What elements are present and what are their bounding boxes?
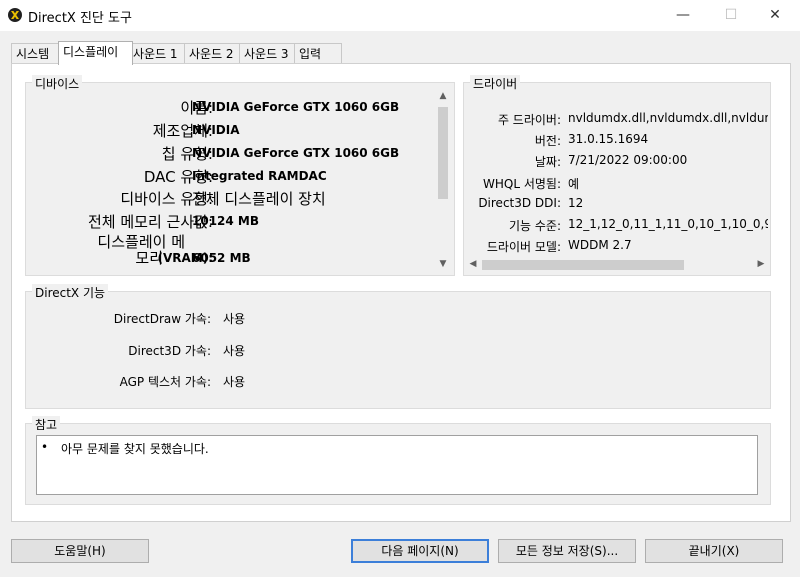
driver-scroll-thumb[interactable] <box>482 260 684 270</box>
version-label: 버전: <box>534 134 561 148</box>
directx-features-group: DirectX 기능 DirectDraw 가속: 사용 Direct3D 가속… <box>25 284 771 409</box>
vram-value: 6052 MB <box>192 251 251 265</box>
tab-sound-2[interactable]: 사운드 2 <box>184 43 244 64</box>
manufacturer-value: NVIDIA <box>192 123 240 137</box>
close-button[interactable]: ✕ <box>752 0 798 31</box>
date-label: 날짜: <box>534 155 561 169</box>
d3d-ddi-value: 12 <box>568 196 584 210</box>
scroll-right-arrow-icon[interactable]: ▶ <box>754 259 768 269</box>
driver-model-value: WDDM 2.7 <box>568 238 632 252</box>
version-value: 31.0.15.1694 <box>568 132 649 146</box>
minimize-button[interactable]: — <box>660 0 706 31</box>
whql-label: WHQL 서명됨: <box>483 177 561 191</box>
d3d-ddi-label: Direct3D DDI: <box>478 196 561 210</box>
main-driver-label: 주 드라이버: <box>497 113 561 127</box>
exit-button[interactable]: 끝내기(X) <box>645 539 783 563</box>
title-bar: DirectX 진단 도구 — ☐ ✕ <box>0 0 800 31</box>
chip-type-value: NVIDIA GeForce GTX 1060 6GB <box>192 146 400 160</box>
window-title: DirectX 진단 도구 <box>28 11 132 26</box>
direct3d-accel-value: 사용 <box>223 344 246 358</box>
device-info-list: 이름: NVIDIA GeForce GTX 1060 6GB 제조업체: NV… <box>26 83 434 273</box>
device-type-value: 전체 디스플레이 장치 <box>192 190 326 208</box>
main-driver-value: nvldumdx.dll,nvldumdx.dll,nvldumdx.dll <box>568 111 768 125</box>
notes-bullet: • <box>41 440 49 454</box>
dac-type-value: Integrated RAMDAC <box>192 169 327 183</box>
direct3d-accel-label: Direct3D 가속: <box>128 344 211 358</box>
tab-system[interactable]: 시스템 <box>11 43 61 64</box>
device-vertical-scrollbar[interactable]: ▲ ▼ <box>435 89 451 273</box>
whql-value: 예 <box>568 177 580 191</box>
directdraw-accel-value: 사용 <box>223 312 246 326</box>
feature-levels-label: 기능 수준: <box>508 219 561 233</box>
help-button[interactable]: 도움말(H) <box>11 539 149 563</box>
tab-sound-3[interactable]: 사운드 3 <box>239 43 299 64</box>
total-memory-value: 10124 MB <box>192 214 260 228</box>
driver-info-list: 주 드라이버: nvldumdx.dll,nvldumdx.dll,nvldum… <box>464 83 768 255</box>
driver-group: 드라이버 주 드라이버: nvldumdx.dll,nvldumdx.dll,n… <box>463 75 771 276</box>
device-name-value: NVIDIA GeForce GTX 1060 6GB <box>192 100 400 114</box>
device-group: 디바이스 이름: NVIDIA GeForce GTX 1060 6GB 제조업… <box>25 75 455 276</box>
date-value: 7/21/2022 09:00:00 <box>568 153 688 167</box>
notes-item: 아무 문제를 찾지 못했습니다. <box>61 442 209 456</box>
agp-texture-accel-value: 사용 <box>223 375 246 389</box>
agp-texture-accel-label: AGP 텍스처 가속: <box>119 375 211 389</box>
save-all-info-button[interactable]: 모든 정보 저장(S)... <box>498 539 636 563</box>
notes-title: 참고 <box>32 416 61 433</box>
scroll-up-arrow-icon[interactable]: ▲ <box>435 91 451 101</box>
driver-model-label: 드라이버 모델: <box>486 240 561 254</box>
tab-sound-1[interactable]: 사운드 1 <box>128 43 188 64</box>
directx-features-title: DirectX 기능 <box>32 284 109 301</box>
device-scroll-thumb[interactable] <box>438 107 448 199</box>
directx-app-icon <box>8 8 22 22</box>
notes-textbox[interactable]: • 아무 문제를 찾지 못했습니다. <box>36 435 758 495</box>
tab-input[interactable]: 입력 <box>294 43 342 64</box>
feature-levels-value: 12_1,12_0,11_1,11_0,10_1,10_0,9_3,9_2 <box>568 217 768 231</box>
driver-horizontal-scrollbar[interactable]: ◀ ▶ <box>466 257 768 273</box>
directdraw-accel-label: DirectDraw 가속: <box>113 312 211 326</box>
maximize-button[interactable]: ☐ <box>708 0 754 31</box>
tab-display[interactable]: 디스플레이 <box>58 41 133 65</box>
scroll-left-arrow-icon[interactable]: ◀ <box>466 259 480 269</box>
scroll-down-arrow-icon[interactable]: ▼ <box>435 259 451 269</box>
next-page-button[interactable]: 다음 페이지(N) <box>351 539 489 563</box>
